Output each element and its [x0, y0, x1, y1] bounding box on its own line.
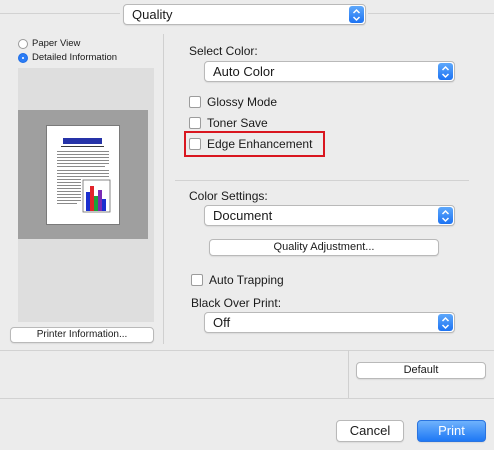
edge-enhancement-label: Edge Enhancement [207, 137, 313, 151]
quality-popup[interactable]: Quality [123, 4, 366, 25]
popup-chevron-icon [438, 314, 453, 331]
color-settings-popup[interactable]: Document [204, 205, 455, 226]
auto-trapping-option[interactable]: Auto Trapping [191, 273, 284, 287]
paper-view-label: Paper View [32, 38, 81, 49]
top-divider-left [0, 13, 120, 14]
popup-chevron-icon [438, 63, 453, 80]
detailed-information-option[interactable]: Detailed Information [18, 52, 117, 63]
toner-save-label: Toner Save [207, 116, 268, 130]
auto-trapping-checkbox[interactable] [191, 274, 203, 286]
cancel-button[interactable]: Cancel [336, 420, 404, 442]
edge-enhancement-option[interactable]: Edge Enhancement [189, 137, 312, 151]
select-color-value: Auto Color [213, 64, 275, 79]
quality-adjustment-button-label: Quality Adjustment... [273, 241, 375, 253]
black-over-print-value: Off [213, 315, 231, 330]
detailed-information-label: Detailed Information [32, 52, 118, 63]
popup-chevron-icon [438, 207, 453, 224]
black-over-print-popup[interactable]: Off [204, 312, 455, 333]
print-button[interactable]: Print [417, 420, 486, 442]
default-button[interactable]: Default [356, 362, 486, 379]
glossy-mode-label: Glossy Mode [207, 95, 278, 109]
thumbnail-heading-icon [61, 138, 104, 147]
bottom-divider-bottom [0, 398, 494, 399]
cancel-button-label: Cancel [349, 423, 391, 438]
section-divider [175, 180, 469, 181]
quality-adjustment-button[interactable]: Quality Adjustment... [209, 239, 439, 256]
top-divider-right [368, 13, 494, 14]
thumbnail-bar-chart-icon [82, 179, 111, 213]
printer-information-button-label: Printer Information... [36, 329, 128, 340]
select-color-popup[interactable]: Auto Color [204, 61, 455, 82]
color-settings-value: Document [213, 208, 273, 223]
auto-trapping-label: Auto Trapping [209, 273, 284, 287]
toner-save-option[interactable]: Toner Save [189, 116, 268, 130]
paper-view-option[interactable]: Paper View [18, 38, 80, 49]
select-color-label: Select Color: [189, 44, 258, 58]
glossy-mode-option[interactable]: Glossy Mode [189, 95, 277, 109]
preview-area [18, 68, 154, 322]
glossy-mode-checkbox[interactable] [189, 96, 201, 108]
detailed-information-radio[interactable] [18, 52, 28, 63]
toner-save-checkbox[interactable] [189, 117, 201, 129]
print-button-label: Print [438, 423, 465, 438]
default-button-label: Default [403, 364, 439, 376]
preview-page [46, 125, 120, 225]
color-settings-label: Color Settings: [189, 189, 268, 203]
edge-enhancement-checkbox[interactable] [189, 138, 201, 150]
black-over-print-label: Black Over Print: [191, 296, 282, 310]
bottom-vertical-divider [348, 350, 349, 398]
paper-view-radio[interactable] [18, 38, 28, 49]
preview-frame [18, 110, 148, 239]
popup-chevron-icon [349, 6, 364, 23]
printer-information-button[interactable]: Printer Information... [10, 327, 154, 343]
bottom-divider-top [0, 350, 494, 351]
quality-popup-value: Quality [132, 7, 173, 22]
panel-separator [163, 34, 164, 344]
page-thumbnail-graphic [57, 138, 111, 213]
